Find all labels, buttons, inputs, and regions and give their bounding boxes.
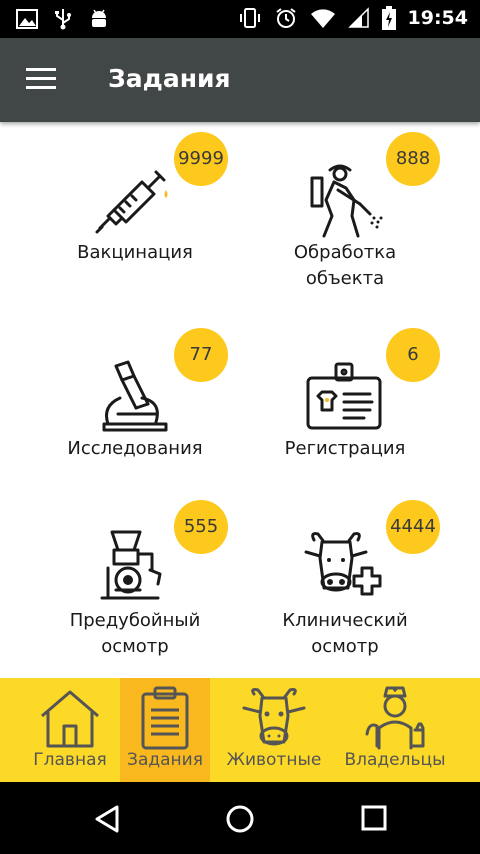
badge-count: 6 [386,328,440,382]
system-navigation-bar [0,782,480,854]
wifi-icon [310,9,335,28]
task-grid: 9999 Вакцинация 888 Обработка объекта 77… [0,122,480,678]
recent-apps-icon[interactable] [360,804,388,832]
tile-label-line2: осмотр [311,636,379,657]
hamburger-menu-icon[interactable] [26,68,58,92]
signal-icon [347,7,369,28]
nav-item-tasks[interactable]: Задания [120,678,210,782]
nav-item-animals[interactable]: Животные [222,678,326,782]
clipboard-icon [141,686,189,750]
nav-label: Животные [226,750,322,770]
tile-research[interactable]: 77 Исследования [0,318,240,503]
nav-item-home[interactable]: Главная [22,678,118,782]
nav-label: Главная [33,750,107,770]
badge-count: 9999 [174,132,228,186]
tile-vaccination[interactable]: 9999 Вакцинация [0,122,240,307]
id-card-icon [306,362,382,430]
house-icon [41,690,99,748]
badge-count: 77 [174,328,228,382]
sprayer-worker-icon [310,164,383,238]
cow-icon [242,688,306,746]
alarm-icon [275,8,296,28]
tile-label-line1: Обработка [293,242,397,263]
status-time: 19:54 [407,7,468,29]
nav-item-owners[interactable]: Владельцы [336,678,454,782]
nav-label: Задания [127,750,203,770]
image-icon [16,9,38,29]
usb-icon [55,9,71,30]
app-bar: Задания [0,38,480,122]
status-bar: 19:54 [0,0,480,38]
syringe-icon [95,170,168,234]
home-icon[interactable] [225,804,255,834]
tile-registration[interactable]: 6 Регистрация [240,318,480,503]
nav-label: Владельцы [344,750,446,770]
back-icon[interactable] [92,804,122,834]
meat-grinder-icon [100,530,162,600]
badge-count: 4444 [386,500,440,554]
badge-count: 888 [386,132,440,186]
cow-medical-icon [304,532,382,596]
tile-object-treatment[interactable]: 888 Обработка объекта [240,122,480,307]
veterinarian-icon [365,686,425,750]
microscope-icon [102,360,168,432]
vibrate-icon [239,8,260,28]
tile-label: Регистрация [284,438,406,459]
badge-count: 555 [174,500,228,554]
page-title: Задания [108,64,231,93]
android-icon [92,9,106,27]
tile-pre-slaughter-inspection[interactable]: 555 Предубойный осмотр [0,490,240,675]
tile-clinical-inspection[interactable]: 4444 Клинический осмотр [240,490,480,675]
tile-label-line2: объекта [305,268,385,289]
battery-charging-icon [381,6,396,30]
bottom-navigation: Главная Задания Животные Владельцы [0,678,480,782]
tile-label-line1: Клинический [282,610,408,631]
